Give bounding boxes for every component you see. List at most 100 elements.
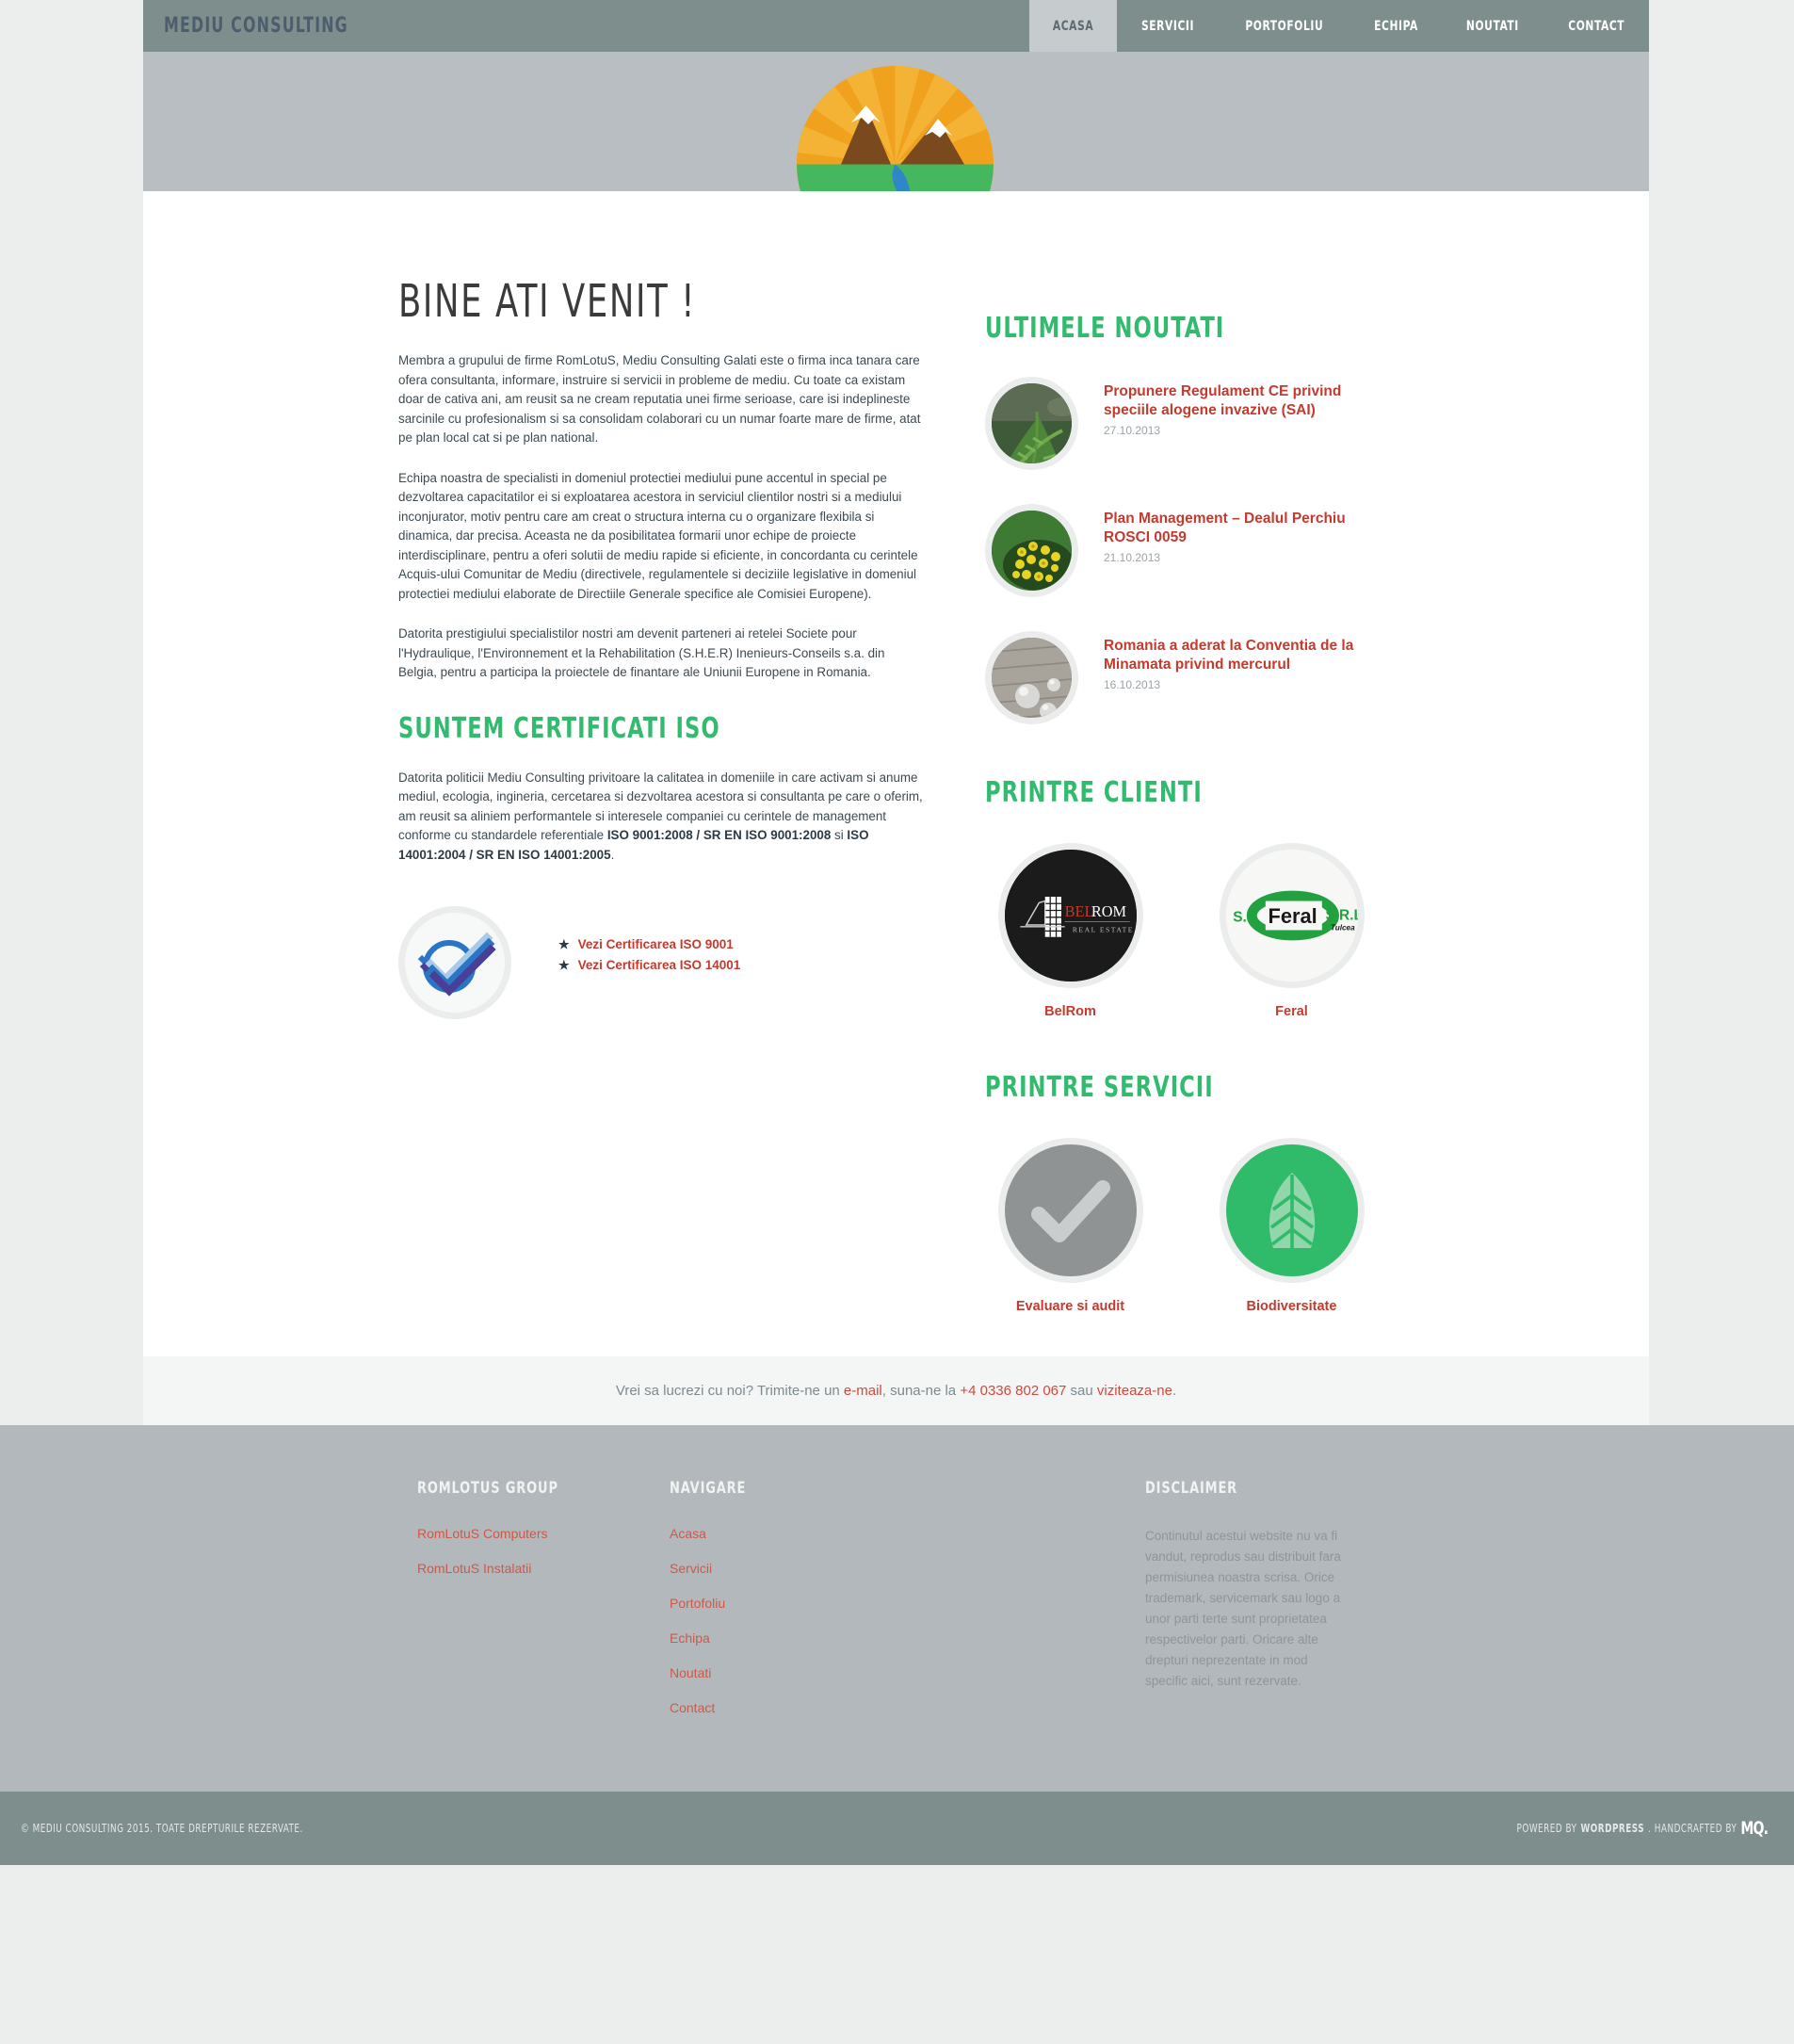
copyright-text: © MEDIU CONSULTING 2015. TOATE DREPTURIL… (21, 1822, 303, 1835)
star-icon: ★ (558, 937, 570, 951)
fern-plant-photo (985, 377, 1078, 470)
nav-item-servicii[interactable]: SERVICII (1117, 0, 1219, 52)
copyright-bar: © MEDIU CONSULTING 2015. TOATE DREPTURIL… (0, 1792, 1794, 1865)
intro-paragraph-3: Datorita prestigiului specialistilor nos… (398, 626, 885, 679)
checkmark-icon[interactable] (997, 1138, 1143, 1283)
svg-text:ROM: ROM (1091, 902, 1126, 920)
nav-label: SERVICII (1141, 18, 1195, 34)
footer-link-portofoliu[interactable]: Portofoliu (670, 1596, 1145, 1611)
nav-item-acasa[interactable]: ACASA (1029, 0, 1118, 52)
news-text: Romania a aderat la Conventia de la Mina… (1104, 631, 1386, 724)
service-label-evaluare[interactable]: Evaluare si audit (985, 1299, 1156, 1314)
cta-part-4: . (1172, 1383, 1177, 1399)
leaf-icon[interactable] (1219, 1138, 1365, 1283)
nav-item-noutati[interactable]: NOUTATI (1442, 0, 1543, 52)
cta-part-1: Vrei sa lucrezi cu noi? Trimite-ne un (615, 1383, 844, 1399)
brand-logo[interactable]: MEDIU CONSULTING (143, 0, 1029, 52)
credits: POWERED BY WORDPRESS . HANDCRAFTED BY MQ… (1516, 1818, 1768, 1839)
svg-text:REAL ESTATE: REAL ESTATE (1072, 925, 1133, 933)
news-text: Propunere Regulament CE privind speciile… (1104, 377, 1386, 470)
footer-link-noutati[interactable]: Noutati (670, 1665, 1145, 1680)
nav-label: CONTACT (1567, 18, 1624, 34)
footer-column-disclaimer: DISCLAIMER Continutul acestui website nu… (1145, 1479, 1362, 1735)
service-cell: Evaluare si audit (985, 1138, 1156, 1314)
iso-standard-1: ISO 9001:2008 / SR EN ISO 9001:2008 (606, 828, 832, 842)
iso-9001-link[interactable]: ★ Vezi Certificarea ISO 9001 (558, 937, 740, 952)
svg-text:Feral: Feral (1268, 904, 1317, 928)
footer-title-romlotus: ROMLOTUS GROUP (417, 1479, 558, 1498)
cta-part-2: , suna-ne la (881, 1383, 961, 1399)
services-section-heading: PRINTRE SERVICII (985, 1071, 1214, 1104)
news-title[interactable]: Romania a aderat la Conventia de la Mina… (1104, 637, 1386, 673)
client-cell: S. Feral S.R.L. Tulcea Feral (1206, 843, 1377, 1019)
iso-paragraph: Datorita politicii Mediu Consulting priv… (398, 769, 926, 866)
news-title[interactable]: Plan Management – Dealul Perchiu ROSCI 0… (1104, 510, 1386, 546)
main-column: BINE ATI VENIT ! Membra a grupului de fi… (398, 191, 926, 1314)
intro-paragraph-1: Membra a grupului de firme RomLotuS, Med… (398, 353, 921, 445)
brand-title: MEDIU CONSULTING (164, 14, 348, 38)
nav-item-contact[interactable]: CONTACT (1543, 0, 1649, 52)
footer-link-servicii[interactable]: Servicii (670, 1561, 1145, 1576)
cta-text: Vrei sa lucrezi cu noi? Trimite-ne un e-… (616, 1383, 1176, 1399)
nav-item-portofoliu[interactable]: PORTOFOLIU (1219, 0, 1350, 52)
news-item[interactable]: Plan Management – Dealul Perchiu ROSCI 0… (985, 504, 1428, 597)
news-item[interactable]: Propunere Regulament CE privind speciile… (985, 377, 1428, 470)
footer-link-echipa[interactable]: Echipa (670, 1630, 1145, 1646)
iso-9001-label: Vezi Certificarea ISO 9001 (577, 937, 734, 951)
cta-phone-link[interactable]: +4 0336 802 067 (960, 1383, 1066, 1399)
footer-link-romlotus-computers[interactable]: RomLotuS Computers (417, 1526, 670, 1541)
nav-label: ECHIPA (1373, 18, 1418, 34)
footer-link-acasa[interactable]: Acasa (670, 1526, 1145, 1541)
hero-banner (143, 52, 1649, 263)
iso-links-list: ★ Vezi Certificarea ISO 9001 ★ Vezi Cert… (558, 906, 740, 979)
svg-text:Tulcea: Tulcea (1330, 923, 1354, 932)
site-footer: ROMLOTUS GROUP RomLotuS Computers RomLot… (0, 1425, 1794, 1792)
feral-srl-tulcea-logo[interactable]: S. Feral S.R.L. Tulcea (1219, 843, 1365, 988)
nav-item-echipa[interactable]: ECHIPA (1350, 0, 1442, 52)
cta-email-link[interactable]: e-mail (844, 1383, 882, 1399)
client-label-feral[interactable]: Feral (1206, 1004, 1377, 1019)
footer-column-navigare: NAVIGARE Acasa Servicii Portofoliu Echip… (670, 1479, 1145, 1735)
news-section-heading: ULTIMELE NOUTATI (985, 312, 1225, 345)
clients-section-heading: PRINTRE CLIENTI (985, 776, 1203, 809)
belrom-real-estate-logo[interactable]: BEL ROM REAL ESTATE (997, 843, 1143, 988)
client-label-belrom[interactable]: BelRom (985, 1004, 1156, 1019)
yellow-flowers-photo (985, 504, 1078, 597)
iso-14001-label: Vezi Certificarea ISO 14001 (577, 958, 741, 972)
iso-check-badge-icon (398, 906, 511, 1019)
news-text: Plan Management – Dealul Perchiu ROSCI 0… (1104, 504, 1386, 597)
nav-label: PORTOFOLIU (1245, 18, 1324, 34)
iso-badge-block: ★ Vezi Certificarea ISO 9001 ★ Vezi Cert… (398, 906, 926, 1019)
nav-label: NOUTATI (1465, 18, 1519, 34)
iso-section-heading: SUNTEM CERTIFICATI ISO (398, 711, 720, 745)
wordpress-link[interactable]: WORDPRESS (1580, 1822, 1644, 1835)
news-title[interactable]: Propunere Regulament CE privind speciile… (1104, 382, 1386, 419)
footer-disclaimer-text: Continutul acestui website nu va fi vand… (1145, 1529, 1341, 1688)
iso-14001-link[interactable]: ★ Vezi Certificarea ISO 14001 (558, 958, 740, 973)
main-navigation: ACASA SERVICII PORTOFOLIU ECHIPA NOUTATI… (1029, 0, 1649, 52)
clients-grid: BEL ROM REAL ESTATE BelRom S. Feral S.R.… (985, 843, 1428, 1019)
footer-title-navigare: NAVIGARE (670, 1479, 747, 1498)
client-cell: BEL ROM REAL ESTATE BelRom (985, 843, 1156, 1019)
footer-link-romlotus-instalatii[interactable]: RomLotuS Instalatii (417, 1561, 670, 1576)
site-header: MEDIU CONSULTING ACASA SERVICII PORTOFOL… (143, 0, 1649, 52)
footer-title-disclaimer: DISCLAIMER (1145, 1479, 1238, 1498)
news-item[interactable]: Romania a aderat la Conventia de la Mina… (985, 631, 1428, 724)
intro-paragraph-2: Echipa noastra de specialisti in domeniu… (398, 470, 918, 601)
cta-visit-link[interactable]: viziteaza-ne (1097, 1383, 1172, 1399)
star-icon: ★ (558, 958, 570, 972)
service-label-biodiversitate[interactable]: Biodiversitate (1206, 1299, 1377, 1314)
svg-text:S.R.L.: S.R.L. (1325, 908, 1358, 924)
svg-text:BEL: BEL (1064, 902, 1093, 920)
news-date: 21.10.2013 (1104, 551, 1161, 564)
footer-link-contact[interactable]: Contact (670, 1700, 1145, 1715)
iso-text-mid: si (831, 828, 848, 842)
page-content: BINE ATI VENIT ! Membra a grupului de fi… (143, 191, 1649, 1356)
service-cell: Biodiversitate (1206, 1138, 1377, 1314)
news-date: 27.10.2013 (1104, 424, 1161, 437)
sidebar-column: ULTIMELE NOUTATI Propunere Regulament CE… (985, 191, 1428, 1314)
svg-text:S.: S. (1233, 909, 1247, 925)
handcrafted-label: . HANDCRAFTED BY (1648, 1822, 1737, 1835)
services-grid: Evaluare si audit Biodiversitate (985, 1138, 1428, 1314)
mq-logo-icon[interactable]: MQ. (1740, 1818, 1769, 1839)
